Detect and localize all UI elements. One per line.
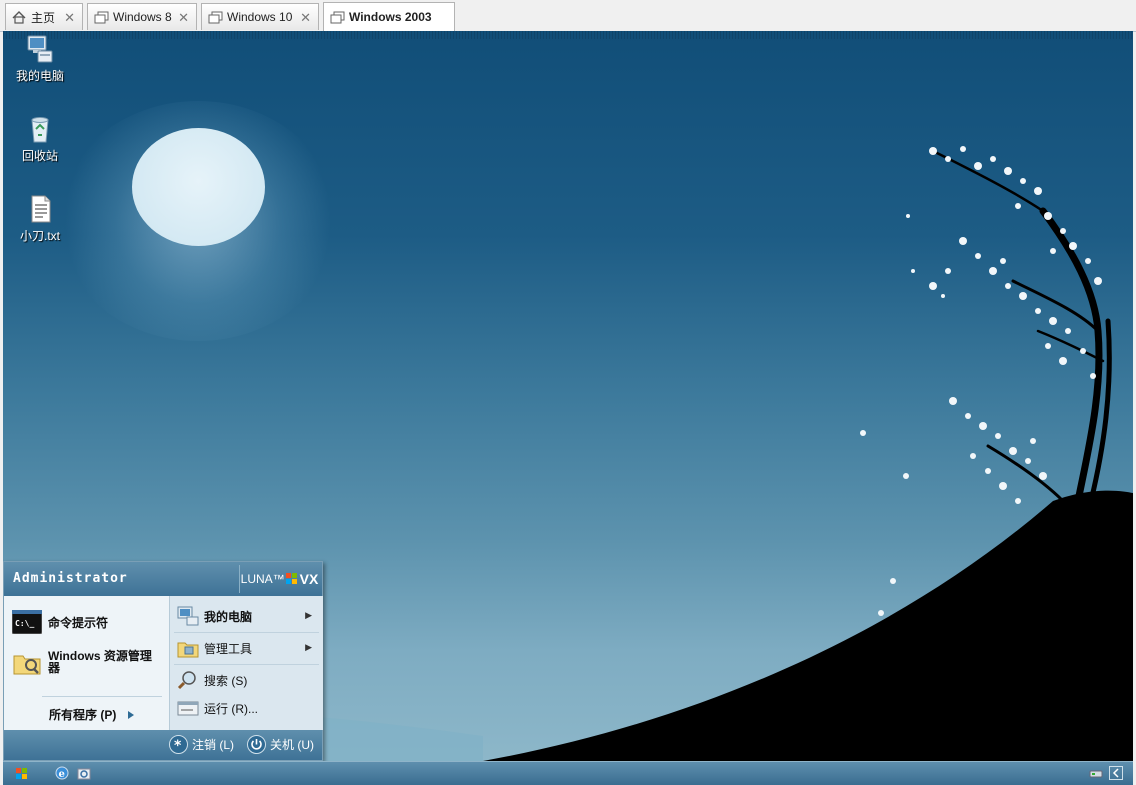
svg-text:e: e <box>59 769 65 780</box>
svg-text:C:\_: C:\_ <box>15 619 34 628</box>
explorer-icon <box>12 650 42 675</box>
recycle-bin-icon <box>24 113 56 145</box>
home-icon <box>12 11 26 24</box>
user-name: Administrator <box>13 571 128 586</box>
logo-text: LUNA™ <box>240 572 285 586</box>
start-item-label: 搜索 (S) <box>204 673 248 688</box>
start-item-command-prompt[interactable]: C:\_ 命令提示符 <box>11 609 109 635</box>
vm-icon <box>208 11 223 24</box>
start-item-label: Windows 资源管理器 <box>48 649 152 675</box>
tab-label: Windows 10 <box>227 10 293 24</box>
start-button[interactable] <box>15 766 29 780</box>
start-item-run[interactable]: 运行 (R)... <box>176 698 258 718</box>
vm-tab-bar: 主页 ✕ Windows 8 ✕ Windows 10 ✕ Windows 20… <box>0 0 1136 32</box>
power-icon <box>247 735 266 754</box>
close-icon[interactable]: ✕ <box>300 10 311 26</box>
start-item-label: 管理工具 <box>204 641 253 656</box>
start-menu: Administrator LUNA™ VX C:\_ 命令提示符 Window… <box>3 561 323 761</box>
desktop-icon-label: 我的电脑 <box>15 69 64 83</box>
logo-badge: VX <box>299 571 319 587</box>
start-item-label: 运行 (R)... <box>204 701 258 716</box>
desktop-icon-label: 回收站 <box>21 149 58 163</box>
taskbar: e <box>3 761 1133 785</box>
separator <box>42 696 162 697</box>
start-menu-places: 我的电脑 ▶ 管理工具 ▶ 搜索 (S) 运行 (R)... <box>169 596 323 730</box>
separator <box>174 632 319 633</box>
close-icon[interactable]: ✕ <box>64 10 75 26</box>
arrow-right-icon: ▶ <box>305 610 312 620</box>
explorer-quicklaunch-icon[interactable] <box>77 766 91 780</box>
logoff-label: 注销 (L) <box>192 738 235 752</box>
tab-windows-2003[interactable]: Windows 2003 <box>323 2 455 31</box>
start-menu-footer: * 注销 (L) 关机 (U) <box>4 730 322 760</box>
tab-label: 主页 <box>31 10 56 25</box>
separator <box>174 664 319 665</box>
admin-tools-icon <box>176 638 200 658</box>
tab-label: Windows 8 <box>113 10 172 24</box>
desktop-icon-label: 小刀.txt <box>19 229 60 243</box>
command-prompt-icon: C:\_ <box>11 609 43 635</box>
start-item-explorer[interactable]: Windows 资源管理器 <box>12 649 162 675</box>
start-item-admin-tools[interactable]: 管理工具 ▶ <box>176 638 318 658</box>
desktop-icon-recycle-bin[interactable]: 回收站 <box>5 113 75 164</box>
luna-vx-logo: LUNA™ VX <box>239 565 319 593</box>
start-item-label: 命令提示符 <box>48 615 109 630</box>
start-item-my-computer[interactable]: 我的电脑 ▶ <box>176 606 318 626</box>
start-item-label: 我的电脑 <box>204 609 253 624</box>
start-menu-pinned: C:\_ 命令提示符 Windows 资源管理器 所有程序 (P) <box>4 596 169 730</box>
shutdown-label: 关机 (U) <box>270 738 314 752</box>
my-computer-icon <box>176 606 200 626</box>
tab-label: Windows 2003 <box>349 10 432 24</box>
ie-icon[interactable]: e <box>55 766 69 780</box>
desktop-icon-my-computer[interactable]: 我的电脑 <box>5 33 75 84</box>
tab-windows-8[interactable]: Windows 8 ✕ <box>87 3 197 30</box>
arrow-right-icon: ▶ <box>305 642 312 652</box>
text-file-icon <box>24 193 56 225</box>
close-icon[interactable]: ✕ <box>178 10 189 26</box>
arrow-right-icon <box>128 710 135 719</box>
show-tray-chevron-icon[interactable] <box>1109 766 1123 780</box>
vm-screen[interactable]: 我的电脑 回收站 小刀.txt Administrator LUNA™ VX C… <box>3 31 1133 761</box>
run-icon <box>176 698 200 718</box>
all-programs-label: 所有程序 (P) <box>49 708 117 722</box>
windows-flag-icon <box>285 573 297 584</box>
vm-icon <box>330 11 345 24</box>
tab-home[interactable]: 主页 ✕ <box>5 3 83 30</box>
desktop-icon-text-file[interactable]: 小刀.txt <box>5 193 75 244</box>
network-tray-icon[interactable] <box>1089 766 1103 780</box>
shutdown-button[interactable]: 关机 (U) <box>247 735 314 754</box>
vm-icon <box>94 11 109 24</box>
tab-windows-10[interactable]: Windows 10 ✕ <box>201 3 319 30</box>
start-menu-header: Administrator LUNA™ VX <box>4 562 322 597</box>
all-programs-button[interactable]: 所有程序 (P) <box>49 706 136 723</box>
start-item-search[interactable]: 搜索 (S) <box>176 670 247 690</box>
my-computer-icon <box>24 33 56 65</box>
logoff-icon: * <box>169 735 188 754</box>
logoff-button[interactable]: * 注销 (L) <box>169 735 234 754</box>
svg-text:*: * <box>174 738 182 753</box>
search-icon <box>176 670 200 690</box>
